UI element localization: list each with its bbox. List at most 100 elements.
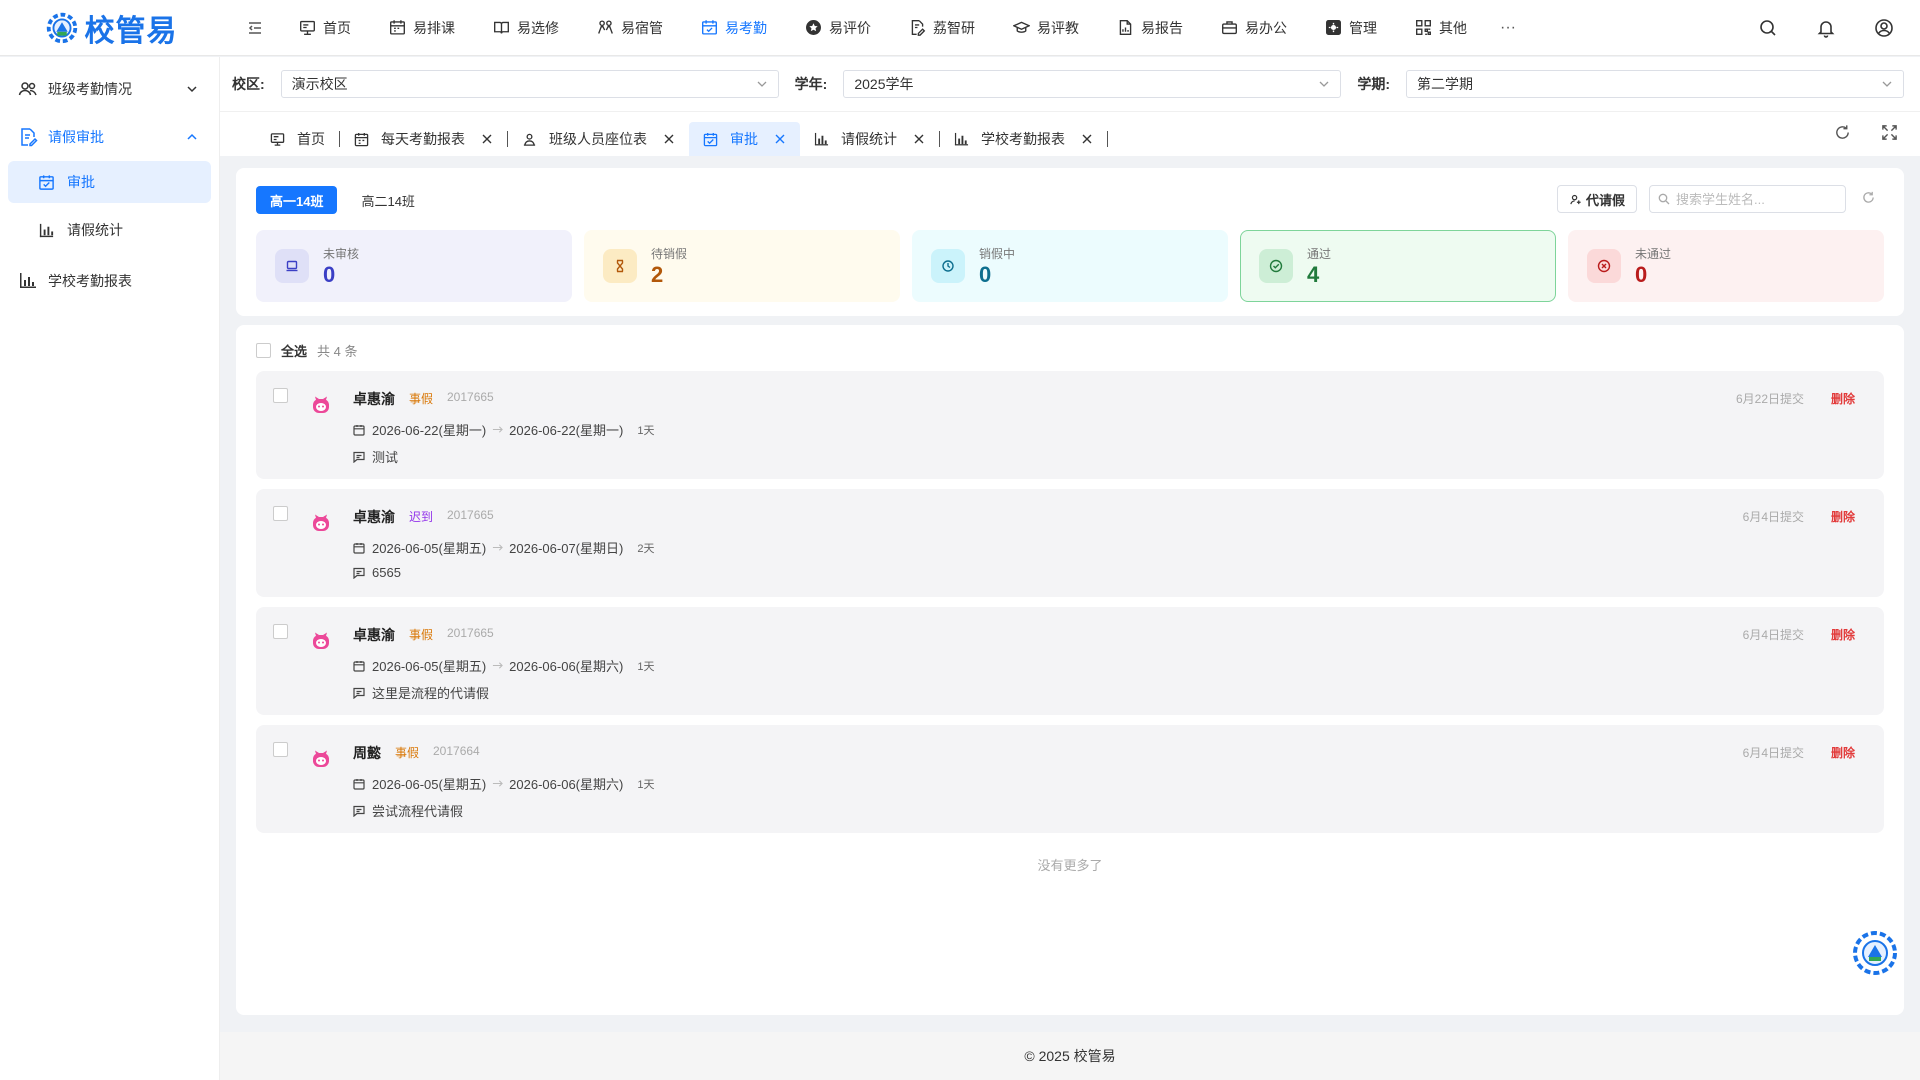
leave-remark: 尝试流程代请假 (353, 801, 463, 820)
student-avatar-icon (313, 632, 329, 649)
stat-cancelling[interactable]: 销假中 0 (912, 230, 1228, 302)
menu-collapse-button[interactable] (240, 13, 270, 43)
leave-remark: 6565 (353, 565, 401, 580)
sidebar-item-label: 请假审批 (48, 129, 104, 145)
user-avatar-icon[interactable] (1874, 18, 1894, 38)
app-logo[interactable]: 校管易 (0, 0, 220, 56)
delete-button[interactable]: 删除 (1831, 508, 1855, 525)
nav-item-label: 易评教 (1037, 19, 1079, 36)
chevron-up-icon (187, 133, 197, 140)
close-icon[interactable] (774, 133, 786, 145)
submitted-time: 6月4日提交 (1742, 510, 1804, 524)
delete-button[interactable]: 删除 (1831, 744, 1855, 761)
stat-pending-cancel[interactable]: 待销假 2 (584, 230, 900, 302)
class-tab-2[interactable]: 高二14班 (347, 186, 428, 214)
delete-button[interactable]: 删除 (1831, 390, 1855, 407)
sidebar-item-leave-approval[interactable]: 请假审批 (0, 113, 219, 161)
delete-button[interactable]: 删除 (1831, 626, 1855, 643)
leave-item-checkbox[interactable] (273, 742, 288, 757)
chevron-down-icon (1882, 81, 1892, 87)
stat-approved[interactable]: 通过 4 (1240, 230, 1556, 302)
logo-gear-icon (46, 12, 77, 43)
bell-icon[interactable] (1816, 18, 1836, 38)
nav-item-label: 易宿管 (621, 19, 663, 36)
nav-item-5[interactable]: 易考勤 (682, 0, 786, 56)
leave-type-badge: 事假 (409, 392, 434, 406)
refresh-icon[interactable] (1834, 124, 1851, 141)
tab-leave-stats[interactable]: 请假统计 (800, 122, 939, 156)
class-tab-1[interactable]: 高一14班 (256, 186, 338, 214)
tab-school-attendance-report[interactable]: 学校考勤报表 (940, 122, 1107, 156)
close-icon[interactable] (913, 133, 925, 145)
calendar-grid-icon (390, 20, 405, 35)
calendar-icon (353, 542, 365, 554)
tab-daily-attendance-report[interactable]: 每天考勤报表 (340, 122, 507, 156)
leave-start-date: 2026-06-05(星期五) (372, 541, 487, 556)
close-icon[interactable] (1081, 133, 1093, 145)
year-label: 学年: (794, 76, 828, 92)
stat-icon-box (275, 249, 309, 283)
tab-label: 审批 (730, 131, 758, 147)
select-all-checkbox[interactable] (256, 343, 271, 358)
tab-home[interactable]: 首页 (256, 122, 339, 156)
proxy-leave-button[interactable]: 代请假 (1557, 185, 1638, 213)
tab-label: 首页 (297, 131, 325, 147)
tab-divider (1107, 131, 1108, 147)
leave-item[interactable]: 卓惠渝 事假 2017665 2026-06-05(星期五) 2026-06-06(星期… (256, 607, 1884, 715)
leave-days: 2天 (637, 542, 655, 555)
sidebar-item-approval[interactable]: 审批 (8, 161, 211, 203)
arrow-right-icon (493, 426, 504, 433)
tab-label: 班级人员座位表 (549, 131, 647, 147)
close-icon[interactable] (481, 133, 493, 145)
nav-item-9[interactable]: 易报告 (1098, 0, 1202, 56)
campus-select[interactable]: 演示校区 (280, 70, 779, 98)
leave-item-checkbox[interactable] (273, 506, 288, 521)
nav-item-10[interactable]: 易办公 (1202, 0, 1306, 56)
sidebar-item-leave-stats[interactable]: 请假统计 (8, 209, 211, 251)
leave-item[interactable]: 卓惠渝 事假 2017665 2026-06-22(星期一) 2026-06-22(星期… (256, 371, 1884, 479)
nav-item-1[interactable]: 首页 (280, 0, 370, 56)
tab-class-seating-chart[interactable]: 班级人员座位表 (508, 122, 689, 156)
select-all-label[interactable]: 全选 (281, 341, 307, 360)
leave-date-range: 2026-06-22(星期一) 2026-06-22(星期一) 1天 (353, 420, 654, 439)
student-id: 2017665 (447, 390, 494, 404)
nav-item-6[interactable]: 易评价 (786, 0, 890, 56)
nav-item-12[interactable]: 其他 (1396, 0, 1486, 56)
nav-item-3[interactable]: 易选修 (474, 0, 578, 56)
nav-item-4[interactable]: 易宿管 (578, 0, 682, 56)
leave-item[interactable]: 卓惠渝 迟到 2017665 2026-06-05(星期五) 2026-06-07(星期… (256, 489, 1884, 597)
nav-item-7[interactable]: 荔智研 (890, 0, 994, 56)
leave-item[interactable]: 周懿 事假 2017664 2026-06-05(星期五) 2026-06-06(星期六… (256, 725, 1884, 833)
fullscreen-icon[interactable] (1881, 124, 1898, 141)
nav-more-button[interactable]: ··· (1486, 19, 1530, 37)
nav-item-2[interactable]: 易排课 (370, 0, 474, 56)
year-select[interactable]: 2025学年 (843, 70, 1342, 98)
stat-pending-review[interactable]: 未审核 0 (256, 230, 572, 302)
tab-approval[interactable]: 审批 (689, 122, 800, 156)
stat-text: 待销假 2 (651, 245, 687, 288)
sidebar-item-class-attendance[interactable]: 班级考勤情况 (0, 65, 219, 113)
star-badge-icon (806, 20, 821, 35)
nav-item-8[interactable]: 易评教 (994, 0, 1098, 56)
leave-item-checkbox[interactable] (273, 624, 288, 639)
leave-end-date: 2026-06-06(星期六) (509, 777, 624, 792)
stat-label: 通过 (1307, 246, 1332, 261)
student-search-input[interactable] (1676, 191, 1836, 207)
student-avatar-icon (313, 396, 329, 413)
arrow-right-icon (493, 544, 504, 551)
term-select[interactable]: 第二学期 (1406, 70, 1905, 98)
leave-start-date: 2026-06-22(星期一) (372, 423, 487, 438)
refresh-icon[interactable] (1862, 191, 1875, 204)
sidebar-item-school-attendance-report[interactable]: 学校考勤报表 (0, 257, 219, 305)
calendar-icon (353, 424, 365, 436)
search-icon[interactable] (1758, 18, 1778, 38)
nav-item-11[interactable]: 管理 (1306, 0, 1396, 56)
stat-icon-box (931, 249, 965, 283)
sidebar: 班级考勤情况 请假审批 审批 请假统计 学校考勤报表 (0, 57, 220, 1080)
leave-date-range: 2026-06-05(星期五) 2026-06-06(星期六) 1天 (353, 656, 654, 675)
leave-item-checkbox[interactable] (273, 388, 288, 403)
close-icon[interactable] (663, 133, 675, 145)
sidebar-item-label: 请假统计 (67, 222, 123, 238)
floating-assistant-button[interactable] (1852, 930, 1898, 976)
stat-rejected[interactable]: 未通过 0 (1568, 230, 1884, 302)
